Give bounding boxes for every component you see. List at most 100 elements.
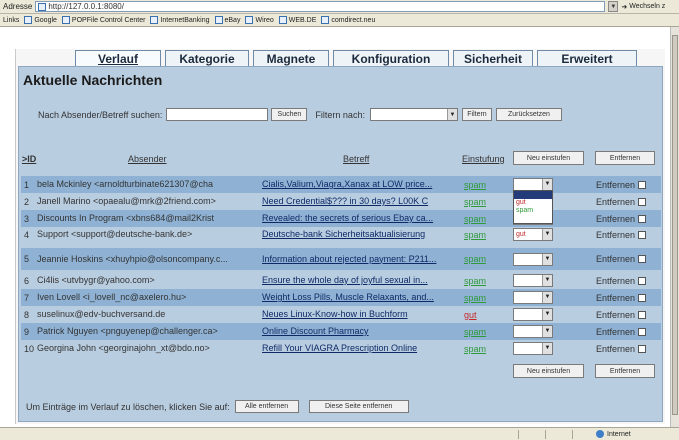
go-arrow-icon: ➜ xyxy=(621,3,628,11)
filter-select[interactable]: ▼ xyxy=(369,108,458,121)
remove-button-top[interactable]: Entfernen xyxy=(595,151,655,165)
column-header-classification[interactable]: Einstufung xyxy=(462,154,505,164)
table-row: 9 Patrick Nguyen <pnguyenep@challenger.ca… xyxy=(21,323,661,340)
search-input[interactable] xyxy=(166,108,269,121)
address-dropdown-icon[interactable]: ▼ xyxy=(608,1,619,12)
dropdown-option-empty[interactable] xyxy=(514,191,552,199)
row-classification-link[interactable]: spam xyxy=(464,210,494,227)
row-classification-link[interactable]: spam xyxy=(464,323,494,340)
footer-text: Um Einträge im Verlauf zu löschen, klick… xyxy=(26,401,230,412)
remove-button-bottom[interactable]: Entfernen xyxy=(595,364,655,378)
filter-button[interactable]: Filtern xyxy=(461,108,492,121)
remove-checkbox[interactable] xyxy=(638,214,646,223)
reclassify-dropdown-open[interactable]: gut spam xyxy=(513,190,553,224)
remove-checkbox[interactable] xyxy=(638,197,646,206)
remove-page-button[interactable]: Diese Seite entfernen xyxy=(308,400,409,413)
reclassify-select[interactable]: gut ▼ xyxy=(513,228,553,241)
remove-checkbox[interactable] xyxy=(638,230,646,239)
row-classification-link[interactable]: spam xyxy=(464,248,494,270)
reset-button[interactable]: Zurücksetzen xyxy=(495,108,562,121)
vertical-scrollbar[interactable] xyxy=(670,27,679,427)
remove-all-button[interactable]: Alle entfernen xyxy=(234,400,299,413)
scrollbar-thumb[interactable] xyxy=(672,35,678,415)
go-button[interactable]: ➜ Wechseln z xyxy=(621,3,665,11)
column-header-id[interactable]: >ID xyxy=(22,154,36,164)
remove-checkbox[interactable] xyxy=(638,293,646,302)
row-remove: Entfernen xyxy=(596,210,646,227)
row-subject-link[interactable]: Cialis,Valium,Viagra,Xanax at LOW price.… xyxy=(262,176,462,193)
status-divider xyxy=(545,430,546,439)
row-sender: suselinux@edv-buchversand.de xyxy=(37,309,166,319)
remove-label: Entfernen xyxy=(596,275,636,286)
reclassify-button-top[interactable]: Neu einstufen xyxy=(513,151,584,165)
row-remove: Entfernen xyxy=(596,193,646,210)
table-row: 1 bela Mckinley <arnoldturbinate621307@ch… xyxy=(21,176,661,193)
reclassify-select[interactable]: ▼ xyxy=(513,252,553,266)
row-remove: Entfernen xyxy=(596,176,646,193)
row-subject-link[interactable]: Deutsche-bank Sicherheitsaktualisierung xyxy=(262,226,462,243)
nav-tabs: Verlauf Kategorie Magnete Konfiguration … xyxy=(75,50,637,66)
reclassify-select[interactable]: ▼ xyxy=(513,291,553,304)
link-internetbanking[interactable]: InternetBanking xyxy=(150,16,210,24)
row-subject-link[interactable]: Neues Linux-Know-how in Buchform xyxy=(262,306,462,323)
reclassify-select[interactable]: ▼ xyxy=(513,308,553,321)
remove-checkbox[interactable] xyxy=(638,327,646,336)
row-classification-link[interactable]: spam xyxy=(464,272,494,289)
page-icon xyxy=(38,2,47,11)
link-comdirect[interactable]: comdirect.neu xyxy=(321,16,375,24)
table-row: 4 Support <support@deutsche-bank.de> Deuts… xyxy=(21,226,661,243)
column-header-sender[interactable]: Absender xyxy=(128,154,167,164)
row-classification-link[interactable]: spam xyxy=(464,340,494,357)
dropdown-option-spam[interactable]: spam xyxy=(514,207,552,215)
address-label: Adresse xyxy=(3,2,33,11)
row-sender: Janell Marino <opaealu@mrk@2friend.com> xyxy=(37,196,216,206)
row-classification-link[interactable]: gut xyxy=(464,306,494,323)
row-subject-link[interactable]: Ensure the whole day of joyful sexual in… xyxy=(262,272,462,289)
reclassify-select[interactable]: ▼ xyxy=(513,325,553,338)
tab-erweitert[interactable]: Erweitert xyxy=(537,50,637,66)
tab-verlauf[interactable]: Verlauf xyxy=(75,50,161,66)
row-subject-link[interactable]: Refill Your VIAGRA Prescription Online xyxy=(262,340,462,357)
reclassify-select[interactable]: ▼ xyxy=(513,342,553,355)
reclassify-button-bottom[interactable]: Neu einstufen xyxy=(513,364,584,378)
row-remove: Entfernen xyxy=(596,226,646,243)
row-subject-link[interactable]: Online Discount Pharmacy xyxy=(262,323,462,340)
tab-magnete[interactable]: Magnete xyxy=(253,50,329,66)
row-classification-link[interactable]: spam xyxy=(464,193,494,210)
row-classification-link[interactable]: spam xyxy=(464,176,494,193)
remove-checkbox[interactable] xyxy=(638,344,646,353)
row-id: 1 xyxy=(24,179,30,190)
chevron-down-icon: ▼ xyxy=(542,292,552,303)
dropdown-option-gut[interactable]: gut xyxy=(514,199,552,207)
link-webde[interactable]: WEB.DE xyxy=(278,16,316,24)
search-button[interactable]: Suchen xyxy=(271,108,308,121)
row-subject-link[interactable]: Information about rejected payment: P211… xyxy=(262,248,462,270)
tab-kategorie[interactable]: Kategorie xyxy=(165,50,249,66)
row-classification-link[interactable]: spam xyxy=(464,226,494,243)
tab-konfiguration[interactable]: Konfiguration xyxy=(333,50,449,66)
remove-checkbox[interactable] xyxy=(638,180,646,189)
chevron-down-icon: ▼ xyxy=(542,253,552,265)
links-label: Links xyxy=(3,16,20,24)
row-subject-link[interactable]: Weight Loss Pills, Muscle Relaxants, and… xyxy=(262,289,462,306)
link-ebay[interactable]: eBay xyxy=(214,16,240,24)
link-google[interactable]: Google xyxy=(24,16,57,24)
remove-checkbox[interactable] xyxy=(638,276,646,285)
row-classification-link[interactable]: spam xyxy=(464,289,494,306)
row-remove: Entfernen xyxy=(596,272,646,289)
address-input[interactable]: http://127.0.0.1:8080/ xyxy=(35,1,606,12)
column-header-subject[interactable]: Betreff xyxy=(343,154,369,164)
row-sender: Georgina John <georginajohn_xt@bdo.no> xyxy=(37,343,210,353)
link-wireo[interactable]: Wireo xyxy=(245,16,274,24)
remove-checkbox[interactable] xyxy=(638,310,646,319)
tab-sicherheit[interactable]: Sicherheit xyxy=(453,50,533,66)
page-title: Aktuelle Nachrichten xyxy=(23,72,163,88)
row-subject-link[interactable]: Revealed: the secrets of serious Ebay ca… xyxy=(262,210,462,227)
footer-row: Um Einträge im Verlauf zu löschen, klick… xyxy=(26,400,409,413)
table-row: 6 Ci4lis <utvbygr@yahoo.com> Ensure the wh… xyxy=(21,272,661,289)
remove-checkbox[interactable] xyxy=(638,255,646,263)
link-popfile[interactable]: POPFile Control Center xyxy=(61,16,145,24)
address-bar: Adresse http://127.0.0.1:8080/ ▼ ➜ Wechs… xyxy=(0,0,679,14)
row-subject-link[interactable]: Need Credential$??? in 30 days? L00K C xyxy=(262,193,462,210)
reclassify-select[interactable]: ▼ xyxy=(513,274,553,287)
